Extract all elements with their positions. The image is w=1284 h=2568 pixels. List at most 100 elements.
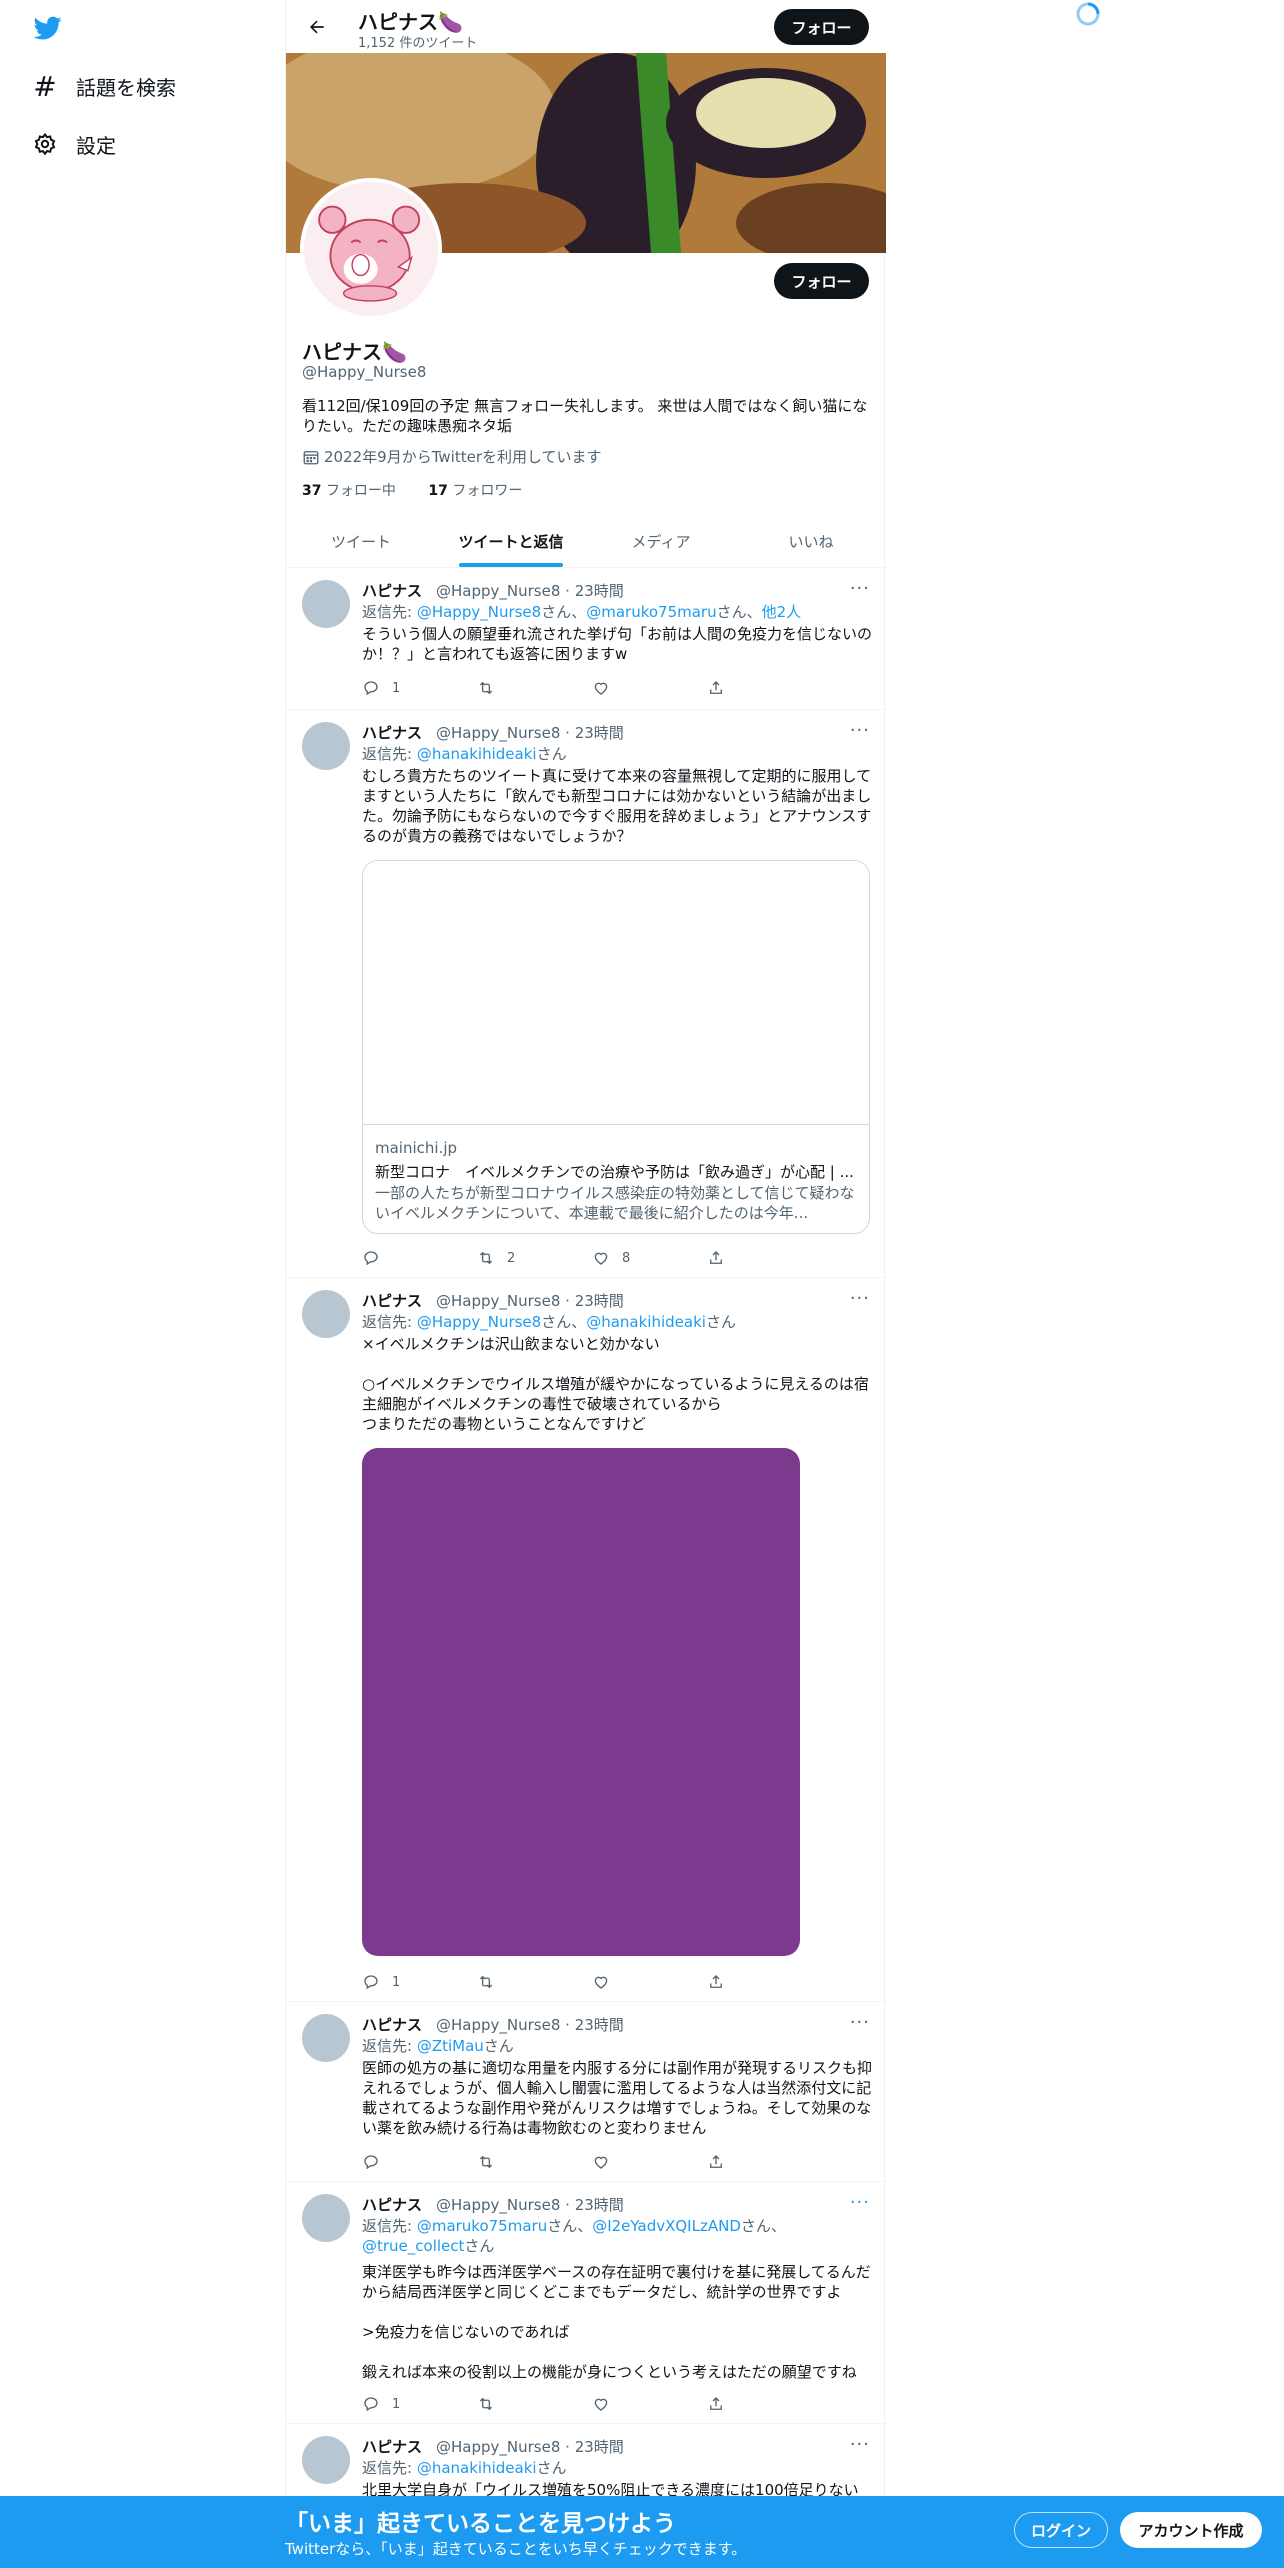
tweet-handle-time[interactable]: @Happy_Nurse8 · 23時間 [436, 2196, 624, 2214]
like-button[interactable] [592, 2152, 672, 2172]
retweet-icon [479, 2397, 493, 2411]
following-label: フォロー中 [325, 483, 396, 499]
followers-link[interactable]: 17 フォロワー [428, 483, 536, 499]
profile-follow-button[interactable]: フォロー [774, 263, 869, 299]
avatar[interactable] [302, 2194, 350, 2242]
reply-button[interactable]: 1 [362, 1972, 442, 1992]
tab-tweets[interactable]: ツイート [286, 515, 436, 567]
retweet-button[interactable] [477, 2152, 557, 2172]
mention-link[interactable]: @hanakihideaki [586, 1313, 706, 1331]
mention-link[interactable]: @maruko75maru [417, 2217, 547, 2235]
profile-avatar[interactable] [300, 178, 442, 320]
more-options-icon[interactable]: ··· [850, 2192, 870, 2213]
mention-link[interactable]: @maruko75maru [586, 603, 716, 621]
tweet-handle-time[interactable]: @Happy_Nurse8 · 23時間 [436, 1292, 624, 1310]
login-button[interactable]: ログイン [1014, 2512, 1108, 2548]
reply-button[interactable]: 1 [362, 678, 442, 698]
reply-prefix: 返信先: [362, 745, 417, 763]
avatar[interactable] [302, 1290, 350, 1338]
more-options-icon[interactable]: ··· [850, 578, 870, 599]
more-options-icon[interactable]: ··· [850, 2434, 870, 2455]
tweet-author-name[interactable]: ハピナス [362, 2196, 422, 2214]
tweet[interactable]: ハピナス @Happy_Nurse8 · 23時間 ··· 返信先: @Happy… [286, 1278, 886, 2002]
like-button[interactable]: 8 [592, 1248, 672, 1268]
following-link[interactable]: 37 フォロー中 [302, 483, 410, 499]
mention-link[interactable]: 他2人 [762, 603, 802, 621]
more-options-icon[interactable]: ··· [850, 1288, 870, 1309]
avatar[interactable] [302, 2436, 350, 2484]
mention-link[interactable]: @hanakihideaki [417, 745, 537, 763]
tweet[interactable]: ハピナス @Happy_Nurse8 · 23時間 ··· 返信先: @hanak… [286, 710, 886, 1278]
mention-link[interactable]: @true_collect [362, 2237, 464, 2255]
tab-likes[interactable]: いいね [736, 515, 886, 567]
tweet[interactable]: ハピナス @Happy_Nurse8 · 23時間 ··· 返信先: @ZtiMa… [286, 2002, 886, 2182]
profile-joined-text: 2022年9月からTwitterを利用しています [324, 448, 602, 466]
reply-icon [364, 1975, 378, 1990]
link-card[interactable]: mainichi.jp 新型コロナ イベルメクチンでの治療や予防は「飲み過ぎ」が… [362, 860, 870, 1234]
tweet-author-name[interactable]: ハピナス [362, 1292, 422, 1310]
tweet-header: ハピナス @Happy_Nurse8 · 23時間 [362, 1290, 624, 1311]
tweet[interactable]: ハピナス @Happy_Nurse8 · 23時間 ··· 返信先: @Happy… [286, 568, 886, 710]
like-button[interactable] [592, 2394, 672, 2414]
twitter-logo-icon[interactable] [32, 14, 64, 42]
reply-suffix: さん、 [541, 603, 587, 621]
signup-prompt-subtitle: Twitterなら、「いま」起きていることをいち早くチェックできます。 [285, 2540, 747, 2558]
profile-name: ハピナス🍆 [302, 340, 407, 364]
tweet[interactable]: ハピナス @Happy_Nurse8 · 23時間 ··· 返信先: @maruk… [286, 2182, 886, 2424]
avatar[interactable] [302, 580, 350, 628]
reply-to: 返信先: @Happy_Nurse8さん、@hanakihideakiさん [362, 1312, 872, 1332]
more-options-icon[interactable]: ··· [850, 720, 870, 741]
profile-header-bar: ハピナス🍆 1,152 件のツイート フォロー [286, 0, 886, 53]
mention-link[interactable]: @Happy_Nurse8 [417, 1313, 541, 1331]
mention-link[interactable]: @ZtiMau [417, 2037, 484, 2055]
profile-joined: 2022年9月からTwitterを利用しています [302, 446, 602, 467]
avatar[interactable] [302, 722, 350, 770]
tab-tweets-and-replies[interactable]: ツイートと返信 [436, 515, 586, 567]
tweet-author-name[interactable]: ハピナス [362, 2438, 422, 2456]
link-card-description: 一部の人たちが新型コロナウイルス感染症の特効薬として信じて疑わないイベルメクチン… [375, 1184, 855, 1222]
tweet-handle-time[interactable]: @Happy_Nurse8 · 23時間 [436, 2016, 624, 2034]
share-button[interactable] [707, 2394, 787, 2414]
tweet-handle-time[interactable]: @Happy_Nurse8 · 23時間 [436, 2438, 624, 2456]
mention-link[interactable]: @hanakihideaki [417, 2459, 537, 2477]
tweet-handle-time[interactable]: @Happy_Nurse8 · 23時間 [436, 724, 624, 742]
share-button[interactable] [707, 1248, 787, 1268]
header-tweet-count: 1,152 件のツイート [358, 36, 478, 51]
share-button[interactable] [707, 2152, 787, 2172]
retweet-button[interactable] [477, 2394, 557, 2414]
reply-button[interactable] [362, 2152, 442, 2172]
share-icon [710, 2155, 722, 2168]
nav-explore[interactable]: # 話題を検索 [32, 64, 176, 108]
reply-button[interactable] [362, 1248, 442, 1268]
mention-link[interactable]: @I2eYadvXQILzAND [592, 2217, 741, 2235]
tweet-actions [362, 2152, 787, 2172]
retweet-button[interactable]: 2 [477, 1248, 557, 1268]
avatar[interactable] [302, 2014, 350, 2062]
tweet-author-name[interactable]: ハピナス [362, 724, 422, 742]
retweet-button[interactable] [477, 678, 557, 698]
reply-to: 返信先: @hanakihideakiさん [362, 744, 872, 764]
reply-button[interactable]: 1 [362, 2394, 442, 2414]
share-button[interactable] [707, 1972, 787, 1992]
nav-settings[interactable]: 設定 [32, 122, 116, 166]
profile-tabs: ツイート ツイートと返信 メディア いいね [286, 515, 886, 568]
header-follow-button[interactable]: フォロー [774, 9, 869, 45]
tweet-media-image[interactable] [362, 1448, 800, 1956]
like-button[interactable] [592, 1972, 672, 1992]
share-button[interactable] [707, 678, 787, 698]
tweet-author-name[interactable]: ハピナス [362, 582, 422, 600]
mention-link[interactable]: @Happy_Nurse8 [417, 603, 541, 621]
tweet-handle-time[interactable]: @Happy_Nurse8 · 23時間 [436, 582, 624, 600]
tweet-author-name[interactable]: ハピナス [362, 2016, 422, 2034]
like-button[interactable] [592, 678, 672, 698]
retweet-icon [479, 1251, 493, 1265]
retweet-count: 2 [507, 1250, 516, 1266]
back-arrow-icon[interactable] [302, 12, 332, 42]
profile-bio: 看112回/保109回の予定 無言フォロー失礼します。 来世は人間ではなく飼い猫… [302, 397, 868, 435]
signup-button[interactable]: アカウント作成 [1120, 2512, 1262, 2548]
reply-to: 返信先: @Happy_Nurse8さん、@maruko75maruさん、他2人 [362, 602, 872, 622]
reply-suffix: さん、 [740, 2217, 786, 2235]
more-options-icon[interactable]: ··· [850, 2012, 870, 2033]
retweet-button[interactable] [477, 1972, 557, 1992]
tab-media[interactable]: メディア [586, 515, 736, 567]
